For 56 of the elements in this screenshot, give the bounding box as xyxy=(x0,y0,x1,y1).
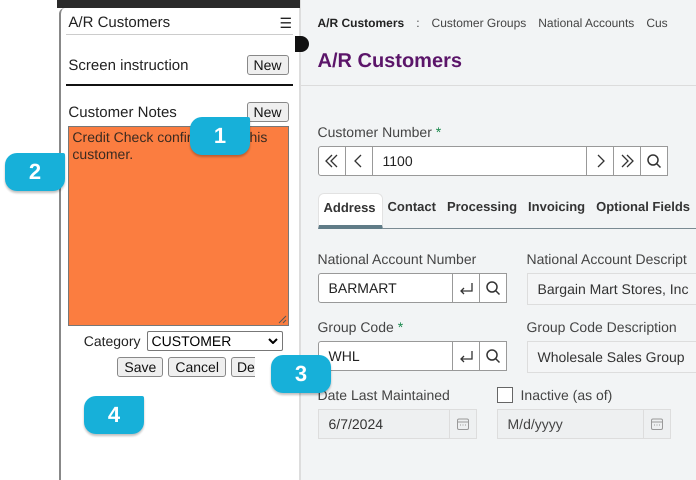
tab[interactable]: Processing xyxy=(442,193,524,229)
previous-icon[interactable] xyxy=(344,146,373,176)
new-button[interactable]: New xyxy=(246,102,289,122)
field-label: Group Code xyxy=(318,319,394,335)
tab[interactable]: Optional Fields xyxy=(591,193,696,229)
tab[interactable]: Address xyxy=(318,193,383,229)
field-label: Group Code Description xyxy=(526,319,678,335)
customer-number-field[interactable]: 1100 xyxy=(372,146,587,176)
enter-icon[interactable] xyxy=(452,273,480,303)
date-field: 6/7/2024 xyxy=(318,409,449,439)
callout-badge: 1 xyxy=(190,117,250,155)
breadcrumb-link[interactable]: Customer Groups xyxy=(432,16,526,30)
required-mark: * xyxy=(398,319,404,335)
search-icon[interactable] xyxy=(478,341,507,371)
callout-badge: 4 xyxy=(84,396,144,434)
field-label: Customer Number xyxy=(318,124,432,140)
form-button[interactable]: Cancel xyxy=(168,357,226,377)
menu-icon[interactable]: ☰ xyxy=(280,14,293,30)
code-field[interactable]: WHL xyxy=(318,341,453,371)
chevron-icon[interactable] xyxy=(268,338,278,344)
collapse-icon[interactable] xyxy=(294,36,309,52)
note-text: Credit Check confir xyxy=(72,129,192,145)
page-title: A/R Customers xyxy=(318,50,463,73)
callout-badge: 2 xyxy=(5,153,65,191)
callout-badge: 3 xyxy=(271,355,331,393)
search-icon[interactable] xyxy=(478,273,507,303)
breadcrumb-link[interactable]: A/R Customers xyxy=(318,16,404,30)
note-text: his xyxy=(249,129,268,145)
new-button[interactable]: New xyxy=(246,55,289,75)
last-icon[interactable] xyxy=(612,146,641,176)
section-label: Customer Notes xyxy=(68,104,177,120)
field-label: National Account Number xyxy=(318,251,476,267)
required-mark: * xyxy=(436,124,442,140)
tab[interactable]: Contact xyxy=(382,193,442,229)
first-icon[interactable] xyxy=(318,146,346,176)
enter-icon[interactable] xyxy=(452,341,480,371)
field-label: National Account Descript xyxy=(526,251,688,267)
note-text: customer. xyxy=(72,146,134,162)
next-icon[interactable] xyxy=(586,146,614,176)
panel-title: A/R Customers xyxy=(68,14,170,31)
description-field: Wholesale Sales Group xyxy=(526,341,696,373)
breadcrumb-link[interactable]: : xyxy=(416,16,420,30)
tab[interactable]: Invoicing xyxy=(523,193,592,229)
form-button[interactable]: Save xyxy=(117,357,164,377)
checkbox-label: Inactive (as of) xyxy=(520,387,612,403)
form-button[interactable]: De xyxy=(230,357,255,377)
section-label: Screen instruction xyxy=(68,56,188,74)
description-field: Bargain Mart Stores, Inc xyxy=(526,273,696,305)
code-field[interactable]: BARMART xyxy=(318,273,453,303)
search-icon[interactable] xyxy=(640,146,668,176)
resize-grip-icon[interactable] xyxy=(276,314,287,324)
breadcrumb-link[interactable]: National Accounts xyxy=(538,16,634,30)
breadcrumb-link[interactable]: Cus xyxy=(646,16,668,30)
category-select[interactable]: CUSTOMER xyxy=(146,331,283,351)
category-label: Category xyxy=(84,333,141,349)
date-field[interactable]: M/d/yyyy xyxy=(496,409,643,439)
